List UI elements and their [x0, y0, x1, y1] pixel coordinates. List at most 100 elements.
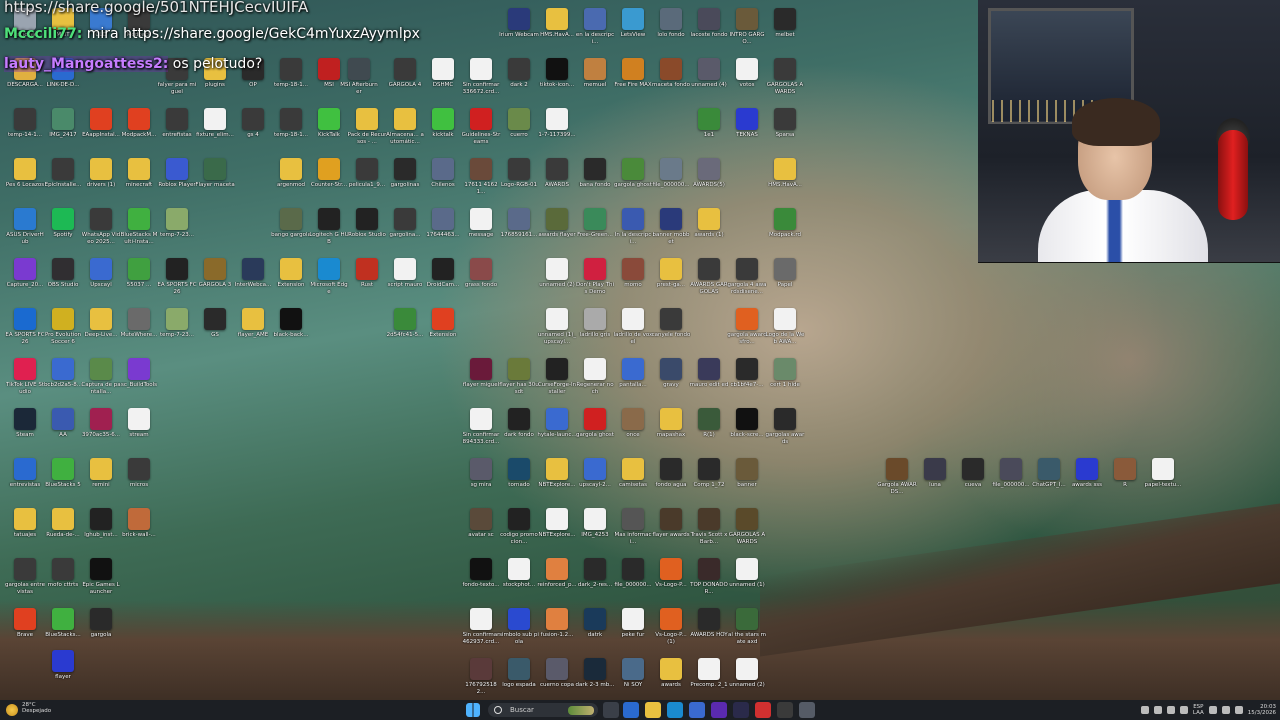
desktop-icon[interactable]: awards sss: [1068, 458, 1106, 504]
desktop-icon[interactable]: once: [614, 408, 652, 454]
desktop-icon[interactable]: bcb2d2a5-8...: [44, 358, 82, 404]
start-button-windows-icon[interactable]: [466, 703, 480, 717]
desktop-icon[interactable]: gargolas awards: [766, 408, 804, 454]
desktop-icon[interactable]: EpicInstalle...: [44, 158, 82, 204]
desktop-icon[interactable]: Captura de pantalla...: [81, 358, 121, 404]
desktop-icon[interactable]: gs 4: [234, 108, 272, 154]
desktop-icon[interactable]: gargolinas: [386, 158, 424, 204]
desktop-icon[interactable]: camisetas: [614, 458, 652, 504]
desktop-icon[interactable]: 176859161...: [500, 208, 538, 254]
desktop-icon[interactable]: BlueStacks 5: [44, 458, 82, 504]
desktop-icon[interactable]: Sparsa: [766, 108, 804, 154]
desktop-icon[interactable]: tornado: [500, 458, 538, 504]
desktop-icon[interactable]: Deep-Live...: [82, 308, 120, 354]
desktop-icon[interactable]: temp-14-1...: [6, 108, 44, 154]
volume-icon[interactable]: [1221, 706, 1230, 714]
desktop-icon[interactable]: NBTExplore...: [538, 458, 576, 504]
desktop-icon[interactable]: flayer awards: [652, 508, 690, 554]
desktop-icon[interactable]: mauro edit ed: [690, 358, 728, 404]
desktop-icon[interactable]: Flayer maceta: [195, 158, 235, 204]
desktop-icon[interactable]: gargolina...: [386, 208, 424, 254]
desktop-icon[interactable]: INTRO GARGO...: [728, 8, 766, 54]
desktop-icon[interactable]: Modpack.rd: [766, 208, 804, 254]
desktop-icon[interactable]: gargola ghost: [576, 408, 614, 454]
desktop-icon[interactable]: ChatGPT_I...: [1030, 458, 1068, 504]
desktop-icon[interactable]: cb1bf4e7-...: [728, 358, 766, 404]
desktop-icon[interactable]: Comp 1_72: [690, 458, 728, 504]
desktop-icon[interactable]: fixture_elim...: [196, 108, 234, 154]
desktop-icon[interactable]: temp-7-23...: [158, 308, 196, 354]
desktop-icon[interactable]: gargola awardsfro...: [727, 308, 767, 354]
desktop-icon[interactable]: awards: [652, 658, 690, 704]
desktop-icon[interactable]: gravy: [652, 358, 690, 404]
desktop-icon[interactable]: tatuajes: [6, 508, 44, 554]
app-fe-icon[interactable]: [711, 702, 727, 718]
desktop-icon[interactable]: fusion-1.2...: [538, 608, 576, 654]
desktop-icon[interactable]: GARGOLA 3: [196, 258, 234, 304]
weather-widget[interactable]: 28°C Despejado: [22, 702, 51, 714]
brave-icon[interactable]: [755, 702, 771, 718]
taskbar-search-box[interactable]: Buscar: [488, 703, 598, 717]
desktop-icon[interactable]: Capture_20...: [6, 258, 44, 304]
desktop-icon[interactable]: Vs-Logo-P...: [652, 558, 690, 604]
desktop-icon[interactable]: Rust: [348, 258, 386, 304]
desktop-icon[interactable]: unnamed (2): [728, 658, 766, 704]
edge-icon[interactable]: [667, 702, 683, 718]
desktop-icon[interactable]: Papel: [766, 258, 804, 304]
desktop-icon[interactable]: GARGOLAS AWARDS: [766, 58, 804, 104]
desktop-icon[interactable]: hytale-launc...: [537, 408, 577, 454]
desktop-icon[interactable]: stockphot...: [500, 558, 538, 604]
desktop-icon[interactable]: CurseForge-Installer: [538, 358, 576, 404]
chevron-up-icon[interactable]: [1140, 706, 1149, 714]
desktop-icon[interactable]: 1e1: [690, 108, 728, 154]
widgets-icon[interactable]: [623, 702, 639, 718]
desktop-icon[interactable]: MuteWhere...: [120, 308, 158, 354]
desktop-icon[interactable]: Upscayl: [82, 258, 120, 304]
desktop-icon[interactable]: unnamed (1)_upscayl...: [538, 308, 576, 354]
desktop-icon[interactable]: KickTalk: [310, 108, 348, 154]
desktop-icon[interactable]: ladrillo gris: [576, 308, 614, 354]
desktop-icon[interactable]: script mauro: [386, 258, 424, 304]
desktop-icon[interactable]: Rueda-de-...: [44, 508, 82, 554]
desktop-icon[interactable]: 1-7-117399...: [538, 108, 576, 154]
desktop-icon[interactable]: Chilenos: [424, 158, 462, 204]
desktop-icon[interactable]: file_000000...: [614, 558, 652, 604]
desktop-icon[interactable]: 3970ac35-6...: [82, 408, 120, 454]
desktop-icon[interactable]: 2d54fc41-5...: [386, 308, 424, 354]
desktop-icon[interactable]: kicktalk: [424, 108, 462, 154]
desktop-icon[interactable]: Regenerar noch: [576, 358, 614, 404]
desktop-icon[interactable]: lghub_inst...: [82, 508, 120, 554]
desktop-icon[interactable]: flayer_AME: [234, 308, 272, 354]
desktop-icon[interactable]: DroidCam...: [424, 258, 462, 304]
file-explorer-icon[interactable]: [645, 702, 661, 718]
desktop-icon[interactable]: melbet: [766, 8, 804, 54]
desktop-icon[interactable]: EAappInstal...: [82, 108, 120, 154]
desktop-icon[interactable]: Don't Play This Demo: [576, 258, 614, 304]
desktop-icon[interactable]: peke fur: [614, 608, 652, 654]
desktop-icon[interactable]: gargola ghost: [614, 158, 652, 204]
desktop-icon[interactable]: Brave: [6, 608, 44, 654]
desktop-icon[interactable]: WhatsApp Video 2025...: [82, 208, 120, 254]
desktop-icon[interactable]: flayer: [44, 650, 82, 696]
desktop-icon[interactable]: Roblox Player: [158, 158, 196, 204]
desktop-icon[interactable]: dark 2-3 mb...: [576, 658, 614, 704]
desktop-icon[interactable]: Microsoft Edge: [310, 258, 348, 304]
desktop-icon[interactable]: avatar sc: [462, 508, 500, 554]
desktop-icon[interactable]: HMS.HavA...: [766, 158, 804, 204]
desktop-icon[interactable]: BlueStacks...: [44, 608, 82, 654]
desktop-icon[interactable]: AWARDS: [538, 158, 576, 204]
desktop-icon[interactable]: Travis Scott x Barb...: [690, 508, 728, 554]
desktop-icon[interactable]: Spotify: [44, 208, 82, 254]
desktop-icon[interactable]: sc_BuildTools: [120, 358, 158, 404]
desktop-icon[interactable]: black-back...: [272, 308, 310, 354]
desktop-icon[interactable]: banner mobbet: [652, 208, 690, 254]
battery-icon[interactable]: [1234, 706, 1243, 714]
desktop-icon[interactable]: drivers (1): [82, 158, 120, 204]
desktop-icon[interactable]: 17644463...: [424, 208, 462, 254]
desktop-icon[interactable]: flayer has 30usdt: [499, 358, 539, 404]
desktop-icon[interactable]: grass fondo: [462, 258, 500, 304]
desktop-icon[interactable]: votos: [728, 58, 766, 104]
desktop-icon[interactable]: file_000000...: [992, 458, 1030, 504]
desktop-icon[interactable]: unnamed (2): [538, 258, 576, 304]
desktop-icon[interactable]: Roblox Studio: [348, 208, 386, 254]
